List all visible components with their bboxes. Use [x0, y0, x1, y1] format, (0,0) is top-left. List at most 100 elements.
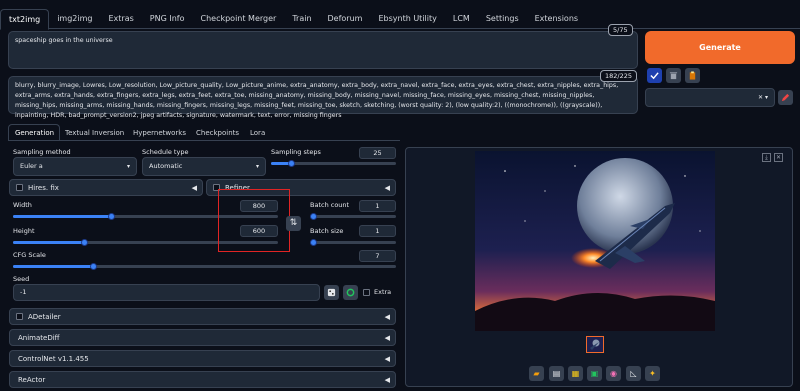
prompt-token-counter: 5/75 — [608, 24, 633, 36]
clear-prompt-button[interactable] — [666, 68, 681, 83]
tab-lcm[interactable]: LCM — [445, 9, 478, 28]
send-to-img2img-button[interactable]: ▣ — [587, 366, 602, 381]
slider-thumb[interactable] — [287, 160, 295, 167]
animatediff-label: AnimateDiff — [18, 334, 60, 342]
chevron-down-icon: ▾ — [126, 163, 130, 170]
send-to-inpaint-button[interactable]: ◉ — [606, 366, 621, 381]
prompt-input[interactable]: spaceship goes in the universe — [8, 31, 638, 69]
schedule-type-value: Automatic — [149, 162, 183, 170]
slider-thumb[interactable] — [81, 239, 89, 246]
sampling-method-label: Sampling method — [13, 148, 71, 156]
schedule-type-select[interactable]: Automatic ▾ — [142, 157, 266, 176]
batch-count-input[interactable]: 1 — [359, 200, 396, 212]
folder-icon: ▰ — [533, 369, 540, 378]
tab-txt2img[interactable]: txt2img — [0, 9, 50, 30]
ruler-icon: ◺ — [630, 369, 637, 378]
subtab-divider — [8, 140, 400, 141]
apply-styles-button[interactable] — [647, 68, 662, 83]
hires-fix-label: Hires. fix — [28, 184, 59, 192]
top-tab-bar: txt2img img2img Extras PNG Info Checkpoint M… — [0, 9, 800, 30]
negative-prompt-token-counter: 182/225 — [600, 70, 638, 82]
tab-ebsynth-utility[interactable]: Ebsynth Utility — [370, 9, 444, 28]
hires-fix-checkbox[interactable] — [16, 184, 23, 191]
pencil-icon — [781, 93, 790, 102]
batch-count-slider[interactable] — [310, 213, 396, 220]
animatediff-accordion[interactable]: AnimateDiff ◀ — [9, 329, 396, 346]
sampling-method-value: Euler a — [20, 162, 43, 170]
reactor-accordion[interactable]: ReActor ◀ — [9, 371, 396, 388]
sampling-steps-input[interactable]: 25 — [359, 147, 396, 159]
sampling-steps-slider[interactable] — [271, 160, 396, 167]
tab-extras[interactable]: Extras — [100, 9, 141, 28]
image-icon: ▣ — [590, 369, 599, 378]
trash-icon — [669, 72, 678, 80]
close-icon[interactable]: ✕ — [774, 153, 783, 162]
gallery-thumbnail[interactable] — [586, 336, 604, 353]
cfg-scale-slider[interactable] — [13, 263, 396, 270]
tab-extensions[interactable]: Extensions — [527, 9, 586, 28]
palette-icon: ◉ — [610, 369, 617, 378]
batch-size-label: Batch size — [310, 227, 344, 235]
tab-checkpoint-merger[interactable]: Checkpoint Merger — [192, 9, 284, 28]
thumbnail-image — [587, 338, 602, 352]
check-icon — [650, 72, 659, 80]
tab-png-info[interactable]: PNG Info — [142, 9, 193, 28]
send-to-extras-button[interactable]: ◺ — [626, 366, 641, 381]
slider-thumb[interactable] — [310, 213, 317, 220]
negative-prompt-text: blurry, blurry_image, Lowres, Low_resolu… — [15, 82, 619, 119]
controlnet-accordion[interactable]: ControlNet v1.1.455 ◀ — [9, 350, 396, 367]
swap-dimensions-button[interactable]: ⇅ — [286, 216, 301, 231]
tab-textual-inversion[interactable]: Textual Inversion — [65, 126, 124, 140]
tab-settings[interactable]: Settings — [478, 9, 527, 28]
seed-label: Seed — [13, 275, 30, 283]
sparkle-button[interactable]: ✦ — [645, 366, 660, 381]
download-icon[interactable]: ⤓ — [762, 153, 771, 162]
cfg-scale-input[interactable]: 7 — [359, 250, 396, 262]
schedule-type-label: Schedule type — [142, 148, 189, 156]
generate-button[interactable]: Generate — [645, 31, 795, 64]
collapse-triangle-icon: ◀ — [191, 184, 197, 192]
random-seed-button[interactable] — [324, 285, 339, 300]
reuse-seed-button[interactable] — [343, 285, 358, 300]
collapse-triangle-icon: ◀ — [384, 376, 390, 384]
hires-fix-accordion[interactable]: Hires. fix ◀ — [9, 179, 203, 196]
seed-value: -1 — [20, 288, 27, 296]
tab-img2img[interactable]: img2img — [49, 9, 100, 28]
sampling-method-select[interactable]: Euler a ▾ — [13, 157, 137, 176]
seed-input[interactable]: -1 — [13, 284, 320, 301]
adetailer-accordion[interactable]: ADetailer ◀ — [9, 308, 396, 325]
slider-thumb[interactable] — [89, 263, 97, 270]
highlight-box — [218, 189, 290, 252]
adetailer-checkbox[interactable] — [16, 313, 23, 320]
tab-lora[interactable]: Lora — [250, 126, 265, 140]
sparkle-icon: ✦ — [649, 369, 656, 378]
edit-styles-button[interactable] — [778, 90, 793, 105]
tab-checkpoints[interactable]: Checkpoints — [196, 126, 239, 140]
styles-dropdown[interactable]: ✕ ▾ — [645, 88, 775, 107]
negative-prompt-input[interactable]: blurry, blurry_image, Lowres, Low_resolu… — [8, 76, 638, 119]
extra-seed-checkbox[interactable] — [363, 289, 370, 296]
save-button[interactable]: ▤ — [549, 366, 564, 381]
adetailer-label: ADetailer — [28, 313, 61, 321]
collapse-triangle-icon: ◀ — [384, 313, 390, 321]
slider-thumb[interactable] — [107, 213, 115, 220]
save-icon: ▤ — [552, 369, 561, 378]
paste-button[interactable] — [685, 68, 700, 83]
batch-size-input[interactable]: 1 — [359, 225, 396, 237]
tab-generation[interactable]: Generation — [15, 126, 54, 140]
slider-thumb[interactable] — [310, 239, 317, 246]
recycle-icon — [346, 288, 355, 297]
generated-image[interactable] — [475, 151, 715, 331]
clear-dropdown-icons: ✕ ▾ — [758, 94, 768, 101]
reactor-label: ReActor — [18, 376, 46, 384]
zip-button[interactable]: ▦ — [568, 366, 583, 381]
batch-size-slider[interactable] — [310, 239, 396, 246]
tab-train[interactable]: Train — [284, 9, 319, 28]
chevron-down-icon: ▾ — [255, 163, 259, 170]
tab-deforum[interactable]: Deforum — [320, 9, 371, 28]
open-folder-button[interactable]: ▰ — [529, 366, 544, 381]
dice-icon — [327, 288, 336, 297]
sampling-steps-label: Sampling steps — [271, 148, 321, 156]
tab-hypernetworks[interactable]: Hypernetworks — [133, 126, 186, 140]
zip-icon: ▦ — [571, 369, 580, 378]
